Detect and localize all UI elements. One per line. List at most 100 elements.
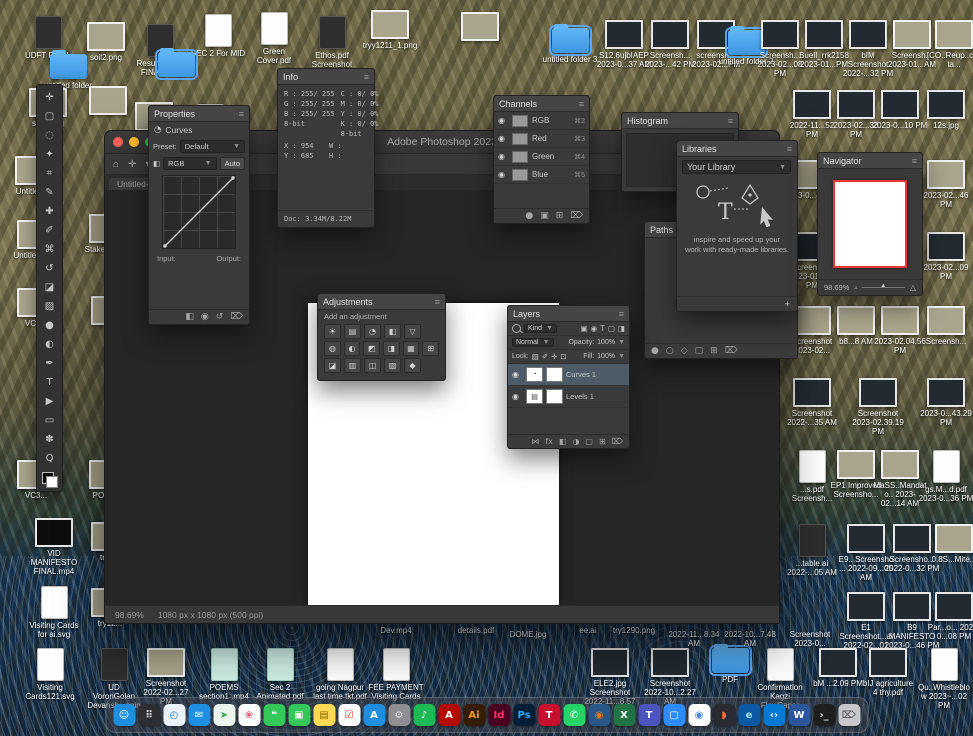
desktop-icon[interactable]: Screenshot 2022-...35 AM <box>784 378 840 427</box>
type-tool[interactable]: T <box>39 373 60 392</box>
layers-panel[interactable]: Layers ≡ Kind ▼ ▣◉T▢◨ Normal ▼ Opacity: … <box>507 305 630 449</box>
desktop-icon[interactable]: Qu..Whistleblow 2023~...02 PM <box>916 648 972 710</box>
quick-selection-tool[interactable]: ✦ <box>39 145 60 164</box>
background-color-swatch[interactable] <box>46 476 58 488</box>
desktop-icon[interactable]: Green Cover.pdf <box>246 12 302 65</box>
hand-tool[interactable]: ✽ <box>39 430 60 449</box>
dock-zoom[interactable]: ▢ <box>663 704 685 726</box>
gradient-map-icon[interactable]: ▧ <box>384 358 401 373</box>
desktop-icon[interactable]: 2023-0...43.29 PM <box>918 378 973 427</box>
visibility-icon[interactable]: ◉ <box>201 312 209 322</box>
desktop-icon[interactable] <box>452 12 508 41</box>
desktop-icon[interactable]: Dev.mp4 <box>368 624 424 635</box>
desktop-icon[interactable]: Ethos.pdf Screenshot <box>304 16 360 69</box>
lock-all-icon[interactable]: ⊡ <box>560 352 566 361</box>
rectangle-tool[interactable]: ▭ <box>39 411 60 430</box>
channel-select[interactable]: RGB ▼ <box>163 157 216 170</box>
add-library-button[interactable]: + <box>785 299 790 309</box>
clone-stamp-tool[interactable]: ⌘ <box>39 240 60 259</box>
mask-from-path-icon[interactable]: ▢ <box>695 346 704 356</box>
desktop-icon[interactable]: 2023-02...46 PM <box>918 160 973 209</box>
channel-row[interactable]: ◉Red⌘3 <box>494 130 589 148</box>
marquee-tool[interactable]: ▢ <box>39 107 60 126</box>
dock-trash[interactable]: ⌦ <box>838 704 860 726</box>
lock-image-icon[interactable]: ✐ <box>542 352 548 361</box>
dock-messages[interactable]: ❝ <box>263 704 285 726</box>
move-tool[interactable]: ✛ <box>39 88 60 107</box>
dock-illustrator[interactable]: Ai <box>463 704 485 726</box>
channel-row[interactable]: ◉Green⌘4 <box>494 148 589 166</box>
eraser-tool[interactable]: ◪ <box>39 278 60 297</box>
layer-row[interactable]: ◉▤Levels 1 <box>508 386 629 408</box>
visibility-eye-icon[interactable]: ◉ <box>512 370 523 379</box>
dock-app-store[interactable]: A <box>363 704 385 726</box>
panel-menu-icon[interactable]: ≡ <box>239 109 244 119</box>
preset-select[interactable]: Default ▼ <box>180 140 245 153</box>
gradient-tool[interactable]: ▨ <box>39 297 60 316</box>
histogram-panel-header[interactable]: Histogram ≡ <box>622 113 738 129</box>
lock-position-icon[interactable]: ✛ <box>551 352 557 361</box>
channel-mixer-icon[interactable]: ▦ <box>403 341 420 356</box>
dock-indesign[interactable]: Id <box>488 704 510 726</box>
slider-thumb[interactable]: ▲ <box>880 283 886 289</box>
dock-typeface-app[interactable]: T <box>538 704 560 726</box>
new-fill-adjustment-icon[interactable]: ◑ <box>572 437 579 446</box>
lasso-tool[interactable]: ◌ <box>39 126 60 145</box>
navigator-zoom-slider[interactable]: ▲ <box>862 287 904 288</box>
color-swatches[interactable] <box>42 472 58 488</box>
properties-panel-header[interactable]: Properties ≡ <box>149 106 249 122</box>
info-panel[interactable]: Info ≡ R : 255/ 255G : 255/ 255B : 255/ … <box>277 68 375 228</box>
dock-acrobat[interactable]: A <box>438 704 460 726</box>
channel-row[interactable]: ◉RGB⌘2 <box>494 112 589 130</box>
desktop-icon[interactable]: untitled folder 3 <box>542 28 598 64</box>
fill-path-icon[interactable]: ● <box>651 346 659 356</box>
desktop-icon[interactable] <box>148 52 204 77</box>
history-brush-tool[interactable]: ↺ <box>39 259 60 278</box>
hue-saturation-icon[interactable]: ◍ <box>324 341 341 356</box>
color-balance-icon[interactable]: ◐ <box>344 341 361 356</box>
desktop-icon[interactable]: bIJ agriculture 4 thy.pdf <box>860 648 916 697</box>
dock-reminders[interactable]: ☑ <box>338 704 360 726</box>
library-select[interactable]: Your Library ▼ <box>682 160 791 174</box>
libraries-panel-header[interactable]: Libraries ≡ <box>677 141 797 157</box>
dock-facetime[interactable]: ▣ <box>288 704 310 726</box>
panel-menu-icon[interactable]: ≡ <box>435 297 440 307</box>
desktop-icon[interactable]: Par...o... 2023-0...08 PM <box>926 592 973 641</box>
desktop-icon[interactable]: [CO..Reup..cksta... <box>926 20 973 69</box>
pen-tool[interactable]: ✒ <box>39 354 60 373</box>
desktop-icon[interactable]: Screenshot 2023-0... <box>782 628 838 648</box>
new-channel-icon[interactable]: ⊞ <box>556 211 564 221</box>
desktop-icon[interactable]: 12s.jpg <box>918 90 973 130</box>
visibility-eye-icon[interactable]: ◉ <box>498 152 508 161</box>
desktop-icon[interactable]: ...table.ai 2022-...05 AM <box>784 524 840 577</box>
new-layer-icon[interactable]: ⊞ <box>599 437 606 446</box>
opacity-value[interactable]: 100% <box>597 339 615 346</box>
desktop-icon[interactable]: Screensh... <box>918 306 973 346</box>
panel-menu-icon[interactable]: ≡ <box>787 144 792 154</box>
layer-filter-select[interactable]: Kind ▼ <box>524 324 557 333</box>
desktop-icon[interactable]: 0.8S...Mite... <box>926 524 973 564</box>
dock-whatsapp[interactable]: ✆ <box>563 704 585 726</box>
curves-icon[interactable]: ◔ <box>364 324 381 339</box>
desktop-icon[interactable]: 2023-02...09 PM <box>918 232 973 281</box>
desktop-icon[interactable]: DOME.jpg <box>500 628 556 639</box>
dock-edge[interactable]: e <box>738 704 760 726</box>
levels-icon[interactable]: ▤ <box>344 324 361 339</box>
dock-maps[interactable]: ➤ <box>213 704 235 726</box>
blur-tool[interactable]: ● <box>39 316 60 335</box>
healing-brush-tool[interactable]: ✚ <box>39 202 60 221</box>
desktop-icon[interactable]: Screenshot 2023-02.39.19 PM <box>850 378 906 436</box>
panel-menu-icon[interactable]: ≡ <box>619 309 624 319</box>
filter-pixel-layers-icon[interactable]: ▣ <box>581 324 588 333</box>
delete-icon[interactable]: ⌦ <box>230 312 243 322</box>
desktop-icon[interactable]: bM ...2.09 PM <box>810 648 866 688</box>
desktop-icon[interactable]: Visiting Cards for ai.svg <box>26 586 82 639</box>
add-layer-mask-icon[interactable]: ◧ <box>559 437 567 446</box>
navigator-panel[interactable]: Navigator ≡ 98.69% ▵ ▲ △ <box>817 152 923 296</box>
invert-icon[interactable]: ◪ <box>324 358 341 373</box>
desktop-icon[interactable]: Sec 2 Animated pdf <box>252 648 308 701</box>
dock-launchpad[interactable]: ⠿ <box>138 704 160 726</box>
desktop-icon[interactable]: gs.M...d.pdf 2023-0...36 PM <box>918 450 973 503</box>
blend-mode-select[interactable]: Normal ▼ <box>512 338 554 347</box>
delete-channel-icon[interactable]: ⌦ <box>570 211 583 221</box>
